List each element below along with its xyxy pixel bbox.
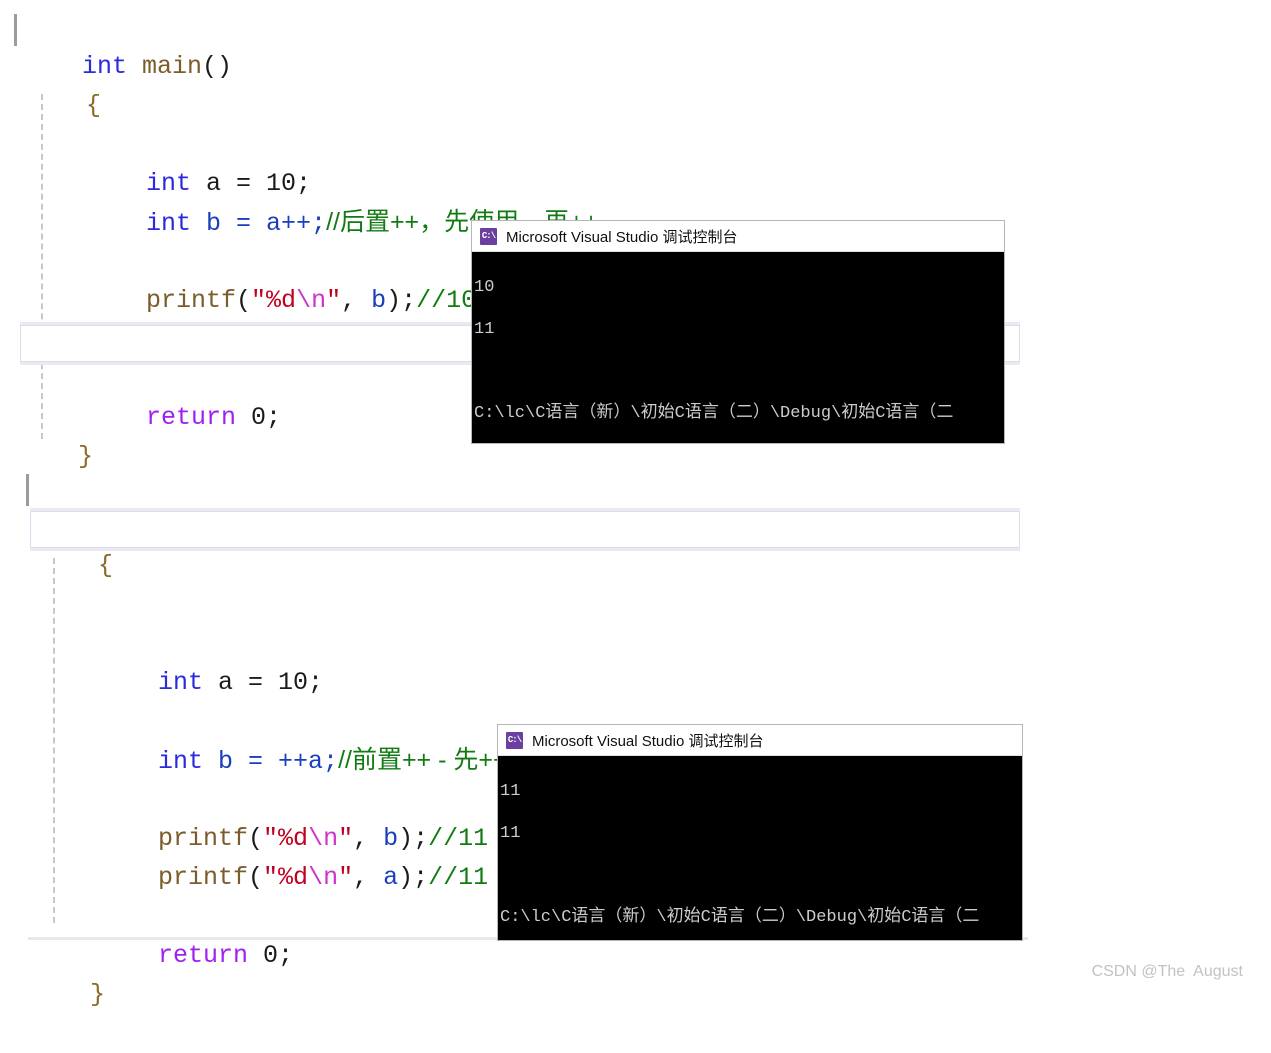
code-line-decl-a: int a = 10; [0, 125, 1030, 198]
console-titlebar[interactable]: C:\ Microsoft Visual Studio 调试控制台 [472, 221, 1004, 252]
code-line-open-brace: { [0, 507, 1030, 580]
code-line-decl-a: int a = 10; [0, 624, 1030, 697]
console-app-icon: C:\ [480, 227, 497, 245]
code-line-decl-b: int b = a++;//后置++，先使用，再++ [0, 164, 1030, 238]
console-window-prefix[interactable]: C:\ Microsoft Visual Studio 调试控制台 11 11 … [498, 725, 1022, 940]
console-window-postfix[interactable]: C:\ Microsoft Visual Studio 调试控制台 10 11 … [472, 221, 1004, 443]
console-titlebar[interactable]: C:\ Microsoft Visual Studio 调试控制台 [498, 725, 1022, 756]
console-output-line: 10 [474, 278, 495, 297]
code-line-signature: int main() [0, 8, 1030, 81]
brace-close: } [90, 980, 106, 1009]
console-exit-path: C:\lc\C语言（新）\初始C语言（二）\Debug\初始C语言（二 [500, 908, 980, 927]
console-output-line: 11 [474, 320, 495, 339]
code-line-close-brace: } [0, 936, 1030, 1009]
console-output-line: 11 [500, 824, 521, 843]
code-line-open-brace: { [0, 47, 1030, 120]
brace-close: } [78, 442, 94, 471]
code-line-blank-3 [0, 663, 1030, 702]
console-title-text: Microsoft Visual Studio 调试控制台 [532, 732, 764, 750]
console-app-icon: C:\ [506, 731, 523, 749]
brace-open: { [98, 551, 114, 580]
console-output: 11 11 C:\lc\C语言（新）\初始C语言（二）\Debug\初始C语言（… [498, 756, 1022, 940]
console-exit-path: C:\lc\C语言（新）\初始C语言（二）\Debug\初始C语言（二 [474, 404, 954, 423]
console-output-line: 11 [500, 782, 521, 801]
code-line-blank-2 [0, 585, 1030, 624]
console-title-text: Microsoft Visual Studio 调试控制台 [506, 228, 738, 246]
csdn-watermark: CSDN @The August [1091, 963, 1243, 980]
code-line-blank-1 [0, 546, 1030, 585]
console-output: 10 11 C:\lc\C语言（新）\初始C语言（二）\Debug\初始C语言（… [472, 252, 1004, 443]
code-line-blank-1 [0, 86, 1030, 125]
code-line-signature: int main() [0, 468, 1030, 541]
